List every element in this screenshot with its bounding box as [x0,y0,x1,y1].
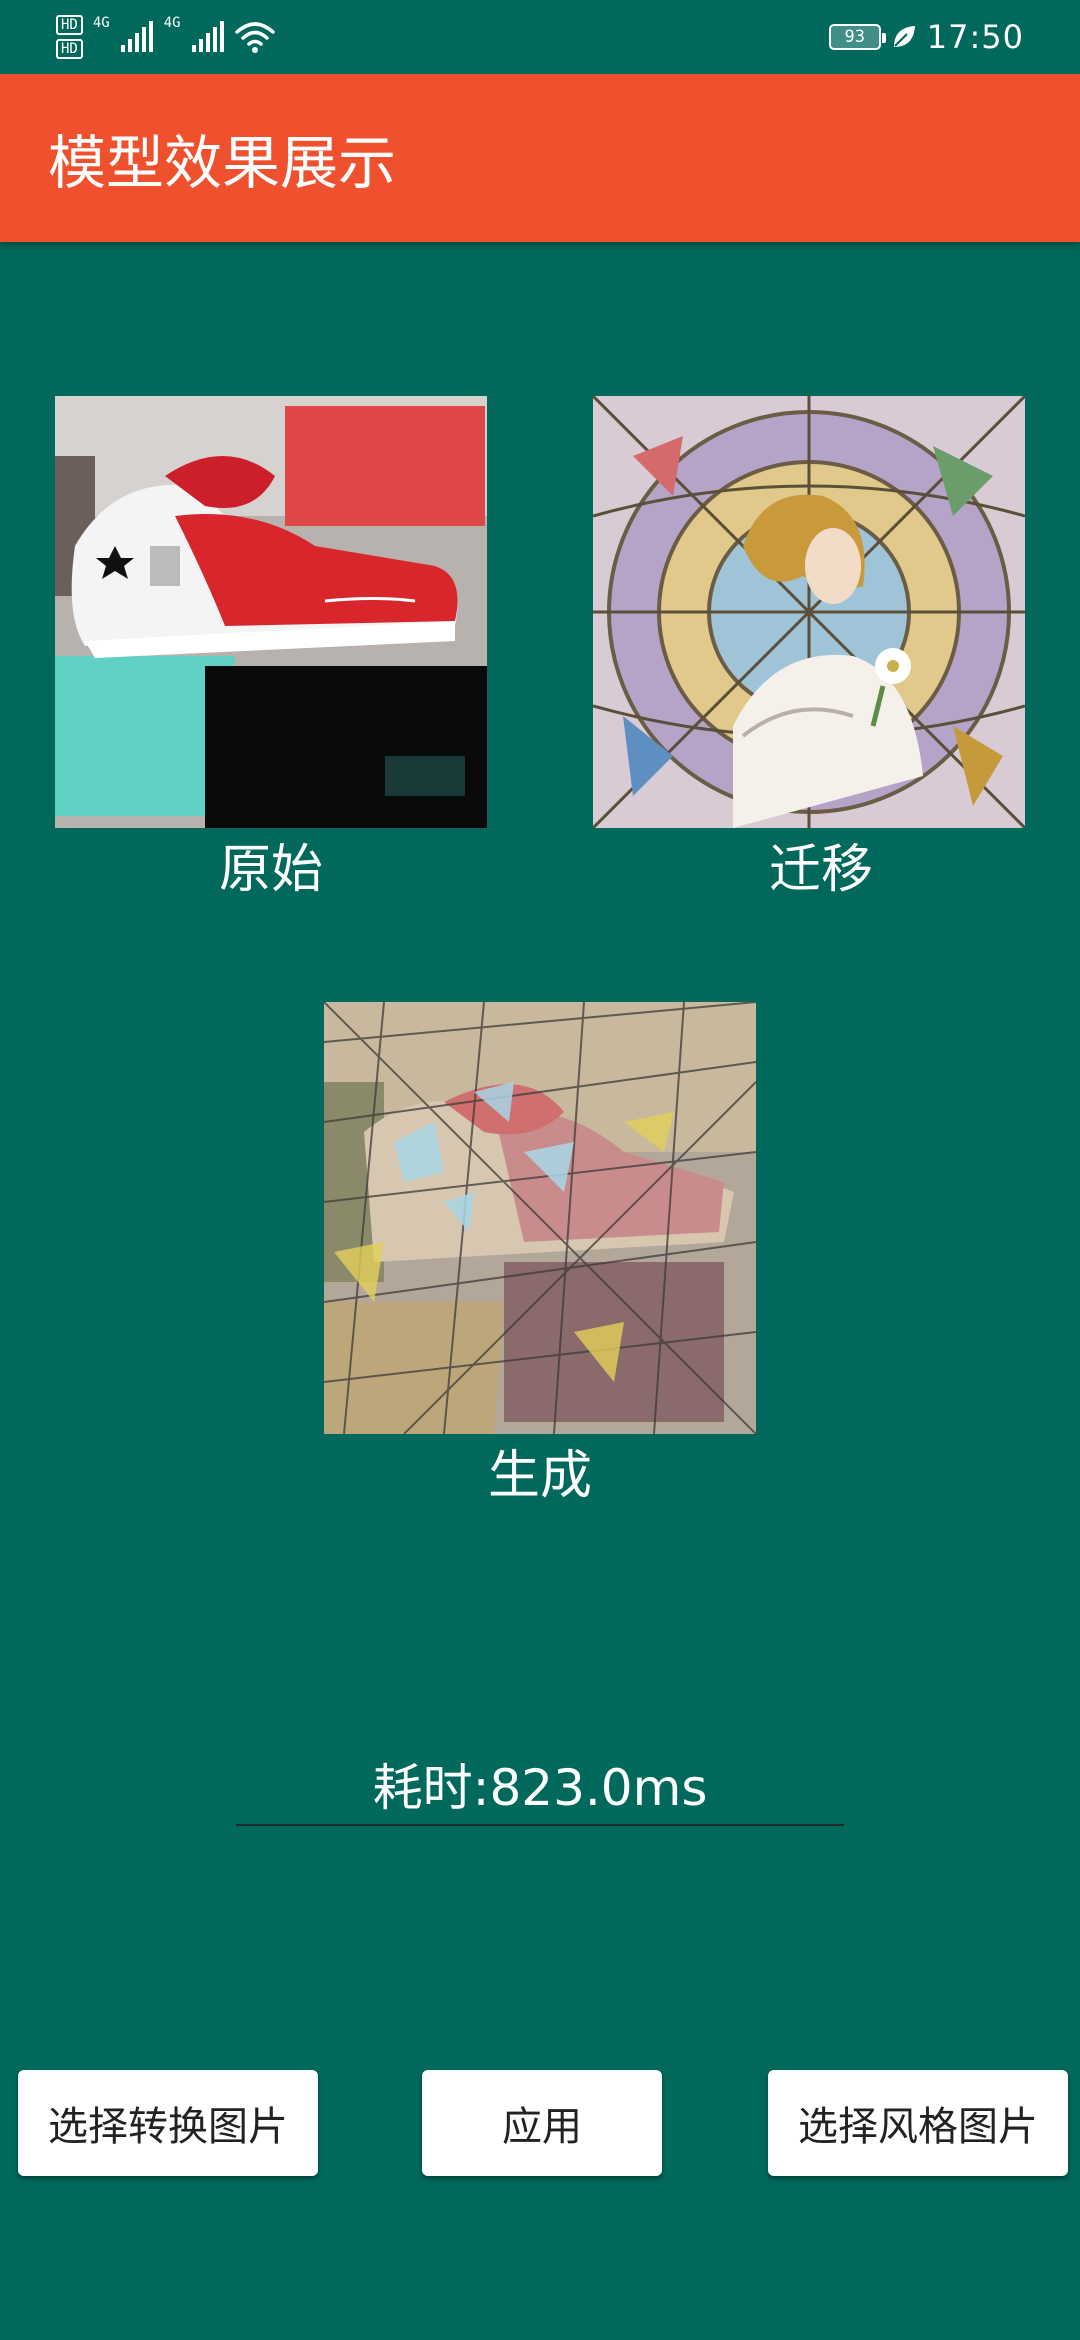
hd-badge-2: HD [56,39,83,59]
app-bar: 模型效果展示 [0,74,1080,242]
result-image-picture [324,1002,756,1434]
app-title: 模型效果展示 [48,129,397,197]
elapsed-time-field[interactable]: 耗时:823.0ms [236,1750,844,1826]
style-caption: 迁移 [768,840,873,900]
wifi-icon [234,22,275,53]
result-image[interactable] [324,1002,756,1434]
result-caption: 生成 [487,1446,592,1506]
clock: 17:50 [926,18,1024,56]
power-saving-leaf-icon [893,26,915,47]
status-left-icons: HD HD 4G 4G [56,14,275,60]
network-type-1: 4G [92,15,110,31]
original-caption: 原始 [218,840,323,900]
battery-icon: 93 [828,24,886,50]
status-bar: HD HD 4G 4G 93 17:50 [0,0,1080,74]
elapsed-time-underline [236,1824,844,1826]
select-content-image-button[interactable]: 选择转换图片 [18,2070,318,2176]
signal-strength-icon [120,21,153,52]
signal-strength-icon-2 [191,21,224,52]
select-style-image-button[interactable]: 选择风格图片 [768,2070,1068,2176]
style-image-picture [593,396,1025,828]
original-image[interactable] [55,396,487,828]
apply-button[interactable]: 应用 [422,2070,662,2176]
style-image[interactable] [593,396,1025,828]
hd-indicators: HD HD [56,15,83,59]
original-image-picture [55,396,487,828]
status-right-icons: 93 17:50 [828,14,1024,60]
battery-level: 93 [844,27,866,47]
hd-badge-1: HD [56,15,83,35]
network-type-2: 4G [163,15,181,31]
